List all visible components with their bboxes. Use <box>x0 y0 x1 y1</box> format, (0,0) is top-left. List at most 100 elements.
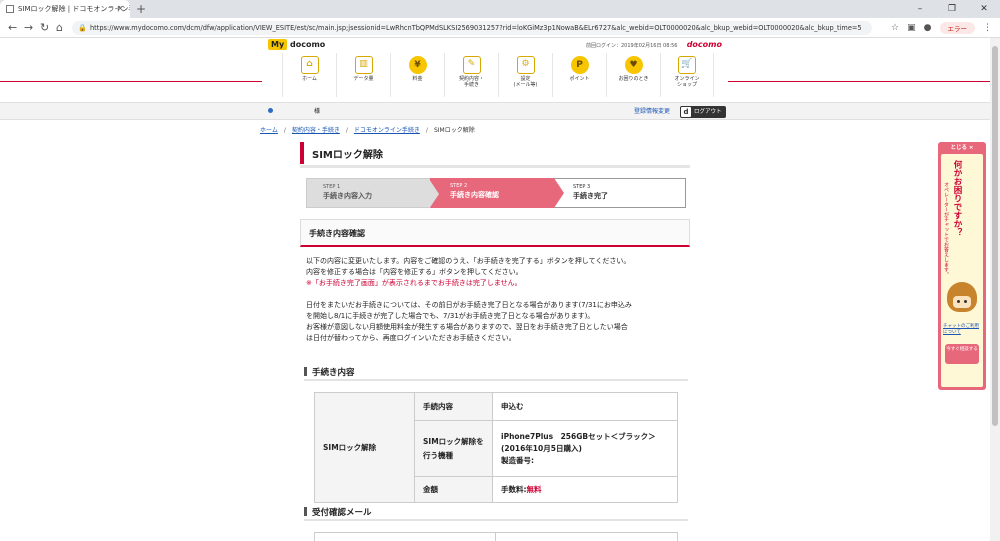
user-status-dot <box>268 108 273 113</box>
amount-cell: 手数料:無料 <box>492 476 678 503</box>
browser-navbar: ← → ↻ ⌂ 🔒 https://www.mydocomo.com/dcm/d… <box>0 18 1000 38</box>
fee-value: 無料 <box>526 485 542 494</box>
page-icon <box>6 5 14 13</box>
nav-label: 設定 (メール等) <box>513 76 538 88</box>
profile-icon[interactable]: ● <box>924 23 932 33</box>
device-label: SIMロック解除を行う機種 <box>414 420 493 477</box>
mydocomo-logo[interactable]: My docomo <box>268 39 325 50</box>
user-bar: 様 登録情報変更 d ログアウト <box>0 102 990 120</box>
step-number: STEP 3 <box>573 184 591 190</box>
docomo-brand-logo[interactable]: docomo <box>687 40 722 49</box>
instruction-text: 内容を修正する場合は「内容を修正する」ボタンを押してください。 <box>306 268 523 276</box>
maximize-icon[interactable]: ❐ <box>936 0 968 18</box>
user-name: 様 <box>314 108 321 115</box>
details-heading-text: 手続き内容 <box>312 368 355 378</box>
error-badge[interactable]: エラー <box>939 22 975 34</box>
window-controls: – ❐ ✕ <box>904 0 1000 18</box>
chat-headline: 何かお困りですか？ <box>952 160 962 237</box>
reload-icon[interactable]: ↻ <box>40 18 49 38</box>
scroll-thumb[interactable] <box>992 46 998 426</box>
bar-chart-icon: ▥ <box>354 56 373 74</box>
serial-label: 製造番号: <box>501 455 534 465</box>
breadcrumb-online[interactable]: ドコモオンライン手続き <box>354 127 420 134</box>
description: 以下の内容に変更いたします。内容をご確認のうえ、「お手続きを完了する」ボタンを押… <box>306 256 690 344</box>
gear-icon: ⚙ <box>516 56 535 74</box>
nav-home[interactable]: ⌂ ホーム <box>282 53 336 97</box>
notice-text: は日付が替わってから、再度ログインいただきお手続きください。 <box>306 334 516 342</box>
page-title-block: SIMロック解除 <box>300 142 690 168</box>
chat-close-button[interactable]: とじる × <box>938 142 986 154</box>
chat-panel: 何かお困りですか？ オペレーターがチャットでお答えします。 チャットのご利用につ… <box>941 154 983 387</box>
page-scrollbar[interactable] <box>990 38 1000 541</box>
logout-button[interactable]: d ログアウト <box>680 106 726 118</box>
nav-label: オンライン ショップ <box>674 76 700 88</box>
nav-contract[interactable]: ✎ 契約内容・ 手続き <box>444 53 498 97</box>
cart-icon: 🛒 <box>678 56 696 74</box>
lock-icon: 🔒 <box>78 24 87 32</box>
heart-icon: ♥ <box>624 56 643 74</box>
new-tab-button[interactable]: + <box>136 0 146 18</box>
document-pen-icon: ✎ <box>462 56 481 74</box>
mail-table <box>314 532 678 541</box>
breadcrumb-contract[interactable]: 契約内容・手続き <box>292 127 340 134</box>
bookmark-star-icon[interactable]: ☆ <box>891 23 899 33</box>
step-label: 手続き内容入力 <box>323 192 372 200</box>
nav-help[interactable]: ♥ お困りのとき <box>606 53 660 97</box>
forward-icon[interactable]: → <box>24 18 33 38</box>
nav-settings[interactable]: ⚙ 設定 (メール等) <box>498 53 552 97</box>
mail-heading-text: 受付確認メール <box>312 508 372 518</box>
nav-points[interactable]: P ポイント <box>552 53 606 97</box>
home-icon: ⌂ <box>300 56 319 74</box>
browser-tab[interactable]: SIMロック解除 | ドコモオンライン手続 × <box>0 0 130 18</box>
notice-text: を開始し8/1に手続きが完了した場合でも、7/31がお手続き完了日となる場合があ… <box>306 312 595 320</box>
section-title: 手続き内容確認 <box>309 229 365 238</box>
browser-toolbar-icons: ☆ ▣ ● エラー ⋮ <box>891 18 1000 38</box>
nav-shop[interactable]: 🛒 オンライン ショップ <box>660 53 714 97</box>
chat-subtext: オペレーターがチャットでお答えします。 <box>943 182 949 277</box>
logout-label: ログアウト <box>694 109 722 115</box>
minimize-icon[interactable]: – <box>904 0 936 18</box>
heading-marker <box>304 367 307 376</box>
nav-label: 契約内容・ 手続き <box>458 76 484 88</box>
nav-label: お困りのとき <box>618 76 649 82</box>
back-icon[interactable]: ← <box>8 18 17 38</box>
heading-marker <box>304 507 307 516</box>
menu-icon[interactable]: ⋮ <box>983 23 992 33</box>
step-label: 手続き完了 <box>573 192 608 200</box>
step-indicator: STEP 1 手続き内容入力 STEP 2 手続き内容確認 STEP 3 手続き… <box>306 178 686 209</box>
step-2: STEP 2 手続き内容確認 <box>430 178 564 208</box>
warning-text: ※「お手続き完了画面」が表示されるまでお手続きは完了しません。 <box>306 279 522 287</box>
chat-start-button[interactable]: 今すぐ相談する <box>945 344 979 364</box>
step-number: STEP 2 <box>450 183 468 189</box>
home-icon[interactable]: ⌂ <box>56 18 63 38</box>
mascot-icon <box>947 282 977 312</box>
extension-icon[interactable]: ▣ <box>907 23 916 33</box>
amount-label: 金額 <box>414 476 493 503</box>
nav-label: ポイント <box>569 76 590 82</box>
page-title: SIMロック解除 <box>312 150 383 161</box>
breadcrumb-home[interactable]: ホーム <box>260 127 278 134</box>
browser-tabbar: SIMロック解除 | ドコモオンライン手続 × + – ❐ ✕ <box>0 0 1000 18</box>
chat-widget: とじる × 何かお困りですか？ オペレーターがチャットでお答えします。 チャット… <box>938 142 986 390</box>
chat-info-link[interactable]: チャットのご利用について <box>943 324 983 336</box>
details-table: SIMロック解除 手続内容 申込む SIMロック解除を行う機種 iPhone7P… <box>314 392 678 503</box>
notice-text: お客様が意図しない月額使用料金が発生する場合がありますので、翌日をお手続き完了日… <box>306 323 628 331</box>
nav-data[interactable]: ▥ データ量 <box>336 53 390 97</box>
fee-label: 手数料: <box>501 485 527 494</box>
register-info-link[interactable]: 登録情報変更 <box>634 103 670 121</box>
step-label: 手続き内容確認 <box>450 191 499 199</box>
breadcrumb: ホーム / 契約内容・手続き / ドコモオンライン手続き / SIMロック解除 <box>260 127 475 134</box>
address-bar[interactable]: 🔒 https://www.mydocomo.com/dcm/dfw/appli… <box>72 21 872 35</box>
title-accent <box>300 142 304 164</box>
step-3: STEP 3 手続き完了 <box>554 178 686 208</box>
logo-my: My <box>268 39 288 50</box>
nav-label: データ量 <box>353 76 374 82</box>
global-nav: ⌂ ホーム ▥ データ量 ¥ 料金 ✎ 契約内容・ 手続き ⚙ 設定 (メール等… <box>282 53 714 97</box>
close-window-icon[interactable]: ✕ <box>968 0 1000 18</box>
nav-label: 料金 <box>412 76 423 82</box>
close-tab-icon[interactable]: × <box>116 0 124 18</box>
nav-fee[interactable]: ¥ 料金 <box>390 53 444 97</box>
last-login: 前回ログイン：2019年02月16日 08:56 <box>586 43 678 49</box>
yen-icon: ¥ <box>408 56 427 74</box>
nav-label: ホーム <box>302 76 317 82</box>
